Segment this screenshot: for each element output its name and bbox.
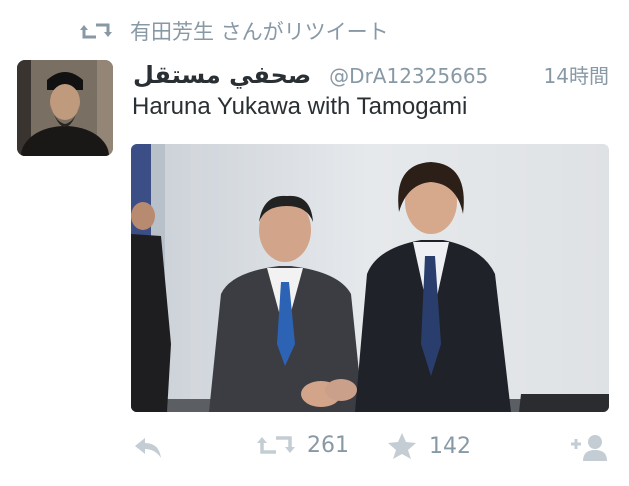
reply-icon xyxy=(135,438,161,458)
user-handle[interactable]: @DrA12325665 xyxy=(329,64,488,88)
add-user-icon xyxy=(571,435,607,461)
avatar[interactable] xyxy=(17,60,113,156)
favorite-button[interactable]: 142 xyxy=(387,432,471,460)
retweeted-by-label: 有田芳生 さんがリツイート xyxy=(130,20,389,44)
follow-button[interactable] xyxy=(569,432,609,462)
tweet-photo[interactable] xyxy=(131,144,609,412)
tweet-text: Haruna Yukawa with Tamogami xyxy=(132,93,468,120)
retweet-context[interactable]: 有田芳生 さんがリツイート xyxy=(80,16,389,46)
star-icon xyxy=(388,433,416,459)
tweet-actions: 261 142 xyxy=(131,428,609,468)
display-name[interactable]: صحفي مستقل xyxy=(133,61,311,89)
timestamp[interactable]: 14時間 xyxy=(544,60,609,89)
retweet-count: 261 xyxy=(307,432,349,458)
favorite-count: 142 xyxy=(429,433,471,459)
retweet-icon xyxy=(257,436,295,454)
retweet-icon xyxy=(80,23,112,39)
reply-button[interactable] xyxy=(133,436,163,460)
retweet-button[interactable]: 261 xyxy=(257,432,349,458)
